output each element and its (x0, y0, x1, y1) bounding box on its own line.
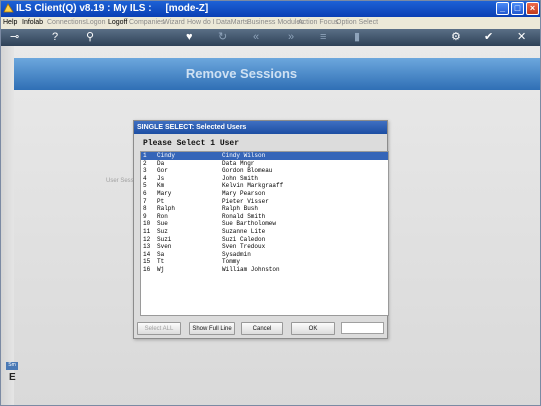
menu-option-select[interactable]: Option Select (336, 17, 378, 29)
dialog-title: SINGLE SELECT: Selected Users (134, 121, 387, 134)
maximize-button[interactable]: □ (511, 2, 524, 15)
app-icon (3, 3, 14, 13)
list-item[interactable]: 15 Tt Tommy (141, 258, 388, 266)
user-list[interactable]: 1 Cindy Cindy Wilson 2 Da Data Mngr 3 Gor Gord… (140, 151, 389, 316)
list-item[interactable]: 7 Pt Pieter Visser (141, 198, 388, 206)
settings-icon[interactable]: ⚙ (451, 31, 461, 44)
check-icon[interactable]: ✔ (484, 31, 493, 44)
dialog-prompt: Please Select 1 User (143, 139, 240, 148)
key-icon[interactable]: ⊸ (10, 31, 19, 44)
title-bar: ILS Client(Q) v8.19 : My ILS : [mode-Z] … (0, 0, 541, 17)
list-item[interactable]: 8 Ralph Ralph Bush (141, 205, 388, 213)
menu-bar: Help Infolab Connections Logon Logoff Co… (0, 17, 541, 29)
menu-help[interactable]: Help (3, 17, 17, 29)
menu-companies[interactable]: Companies (129, 17, 164, 29)
menu-datamarts[interactable]: DataMarts (216, 17, 248, 29)
search-input[interactable] (341, 322, 384, 334)
cancel-button[interactable]: Cancel (241, 322, 283, 335)
minimize-button[interactable]: _ (496, 2, 509, 15)
menu-how-do-i[interactable]: How do I (187, 17, 215, 29)
list-item[interactable]: 6 Mary Mary Pearson (141, 190, 388, 198)
list-item[interactable]: 4 Js John Smith (141, 175, 388, 183)
menu-action-focus[interactable]: Action Focus (298, 17, 338, 29)
search-icon[interactable]: ⚲ (86, 31, 94, 44)
background-label: User Sessi (106, 178, 136, 184)
show-full-line-button[interactable]: Show Full Line (189, 322, 235, 335)
window-title: ILS Client(Q) v8.19 : My ILS : [mode-Z] (16, 3, 209, 14)
menu-logon[interactable]: Logon (86, 17, 105, 29)
page-title: Remove Sessions (185, 66, 298, 81)
select-user-dialog: SINGLE SELECT: Selected Users Please Sel… (133, 120, 389, 339)
page-banner: Remove Sessions (14, 58, 541, 90)
menu-business-modules[interactable]: Business Modules (247, 17, 304, 29)
menu-wizard[interactable]: Wizard (163, 17, 185, 29)
list-item[interactable]: 11 Suz Suzanne Lite (141, 228, 388, 236)
close-icon[interactable]: ✕ (517, 31, 526, 44)
ok-button[interactable]: OK (291, 322, 335, 335)
close-window-button[interactable]: × (526, 2, 539, 15)
side-glyph: E (9, 372, 16, 383)
list-item[interactable]: 3 Gor Gordon Blomeau (141, 167, 388, 175)
list-item[interactable]: 13 Sven Sven Tredoux (141, 243, 388, 251)
menu-logoff[interactable]: Logoff (108, 17, 127, 29)
side-strip (0, 46, 14, 406)
menu-connections[interactable]: Connections (47, 17, 86, 29)
page-icon[interactable]: ▮ (354, 31, 360, 44)
list-item[interactable]: 9 Ron Ronald Smith (141, 213, 388, 221)
select-all-button[interactable]: Select ALL (137, 322, 181, 335)
list-item[interactable]: 5 Km Kelvin Markgraaff (141, 182, 388, 190)
list-icon[interactable]: ≡ (320, 31, 326, 44)
side-tab[interactable]: Sm (6, 362, 18, 370)
back-icon[interactable]: « (253, 31, 259, 44)
list-item[interactable]: 14 Sa Sysadmin (141, 251, 388, 259)
heart-icon[interactable]: ♥ (186, 31, 193, 44)
list-item[interactable]: 10 Sue Sue Bartholomew (141, 220, 388, 228)
list-item[interactable]: 2 Da Data Mngr (141, 160, 388, 168)
list-item[interactable]: 16 Wj William Johnston (141, 266, 388, 274)
list-item[interactable]: 1 Cindy Cindy Wilson (141, 152, 388, 160)
toolbar: ⊸ ? ⚲ ♥ ↻ « » ≡ ▮ ⚙ ✔ ✕ (0, 29, 541, 46)
app-window: ILS Client(Q) v8.19 : My ILS : [mode-Z] … (0, 0, 541, 406)
menu-infolab[interactable]: Infolab (22, 17, 43, 29)
help-icon[interactable]: ? (52, 31, 58, 44)
forward-icon[interactable]: » (288, 31, 294, 44)
dialog-footer: Select ALL Show Full Line Cancel OK (135, 320, 386, 337)
list-item[interactable]: 12 Suzi Suzi Caledon (141, 236, 388, 244)
refresh-icon[interactable]: ↻ (218, 31, 227, 44)
